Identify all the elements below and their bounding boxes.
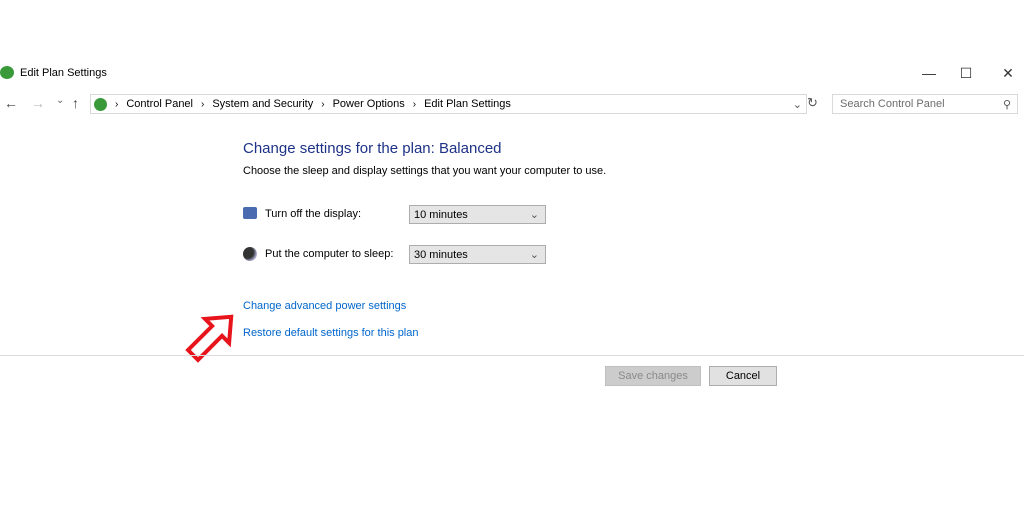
display-label: Turn off the display: bbox=[265, 208, 361, 220]
chevron-right-icon: › bbox=[115, 98, 119, 110]
address-dropdown-icon[interactable]: ⌄ bbox=[793, 98, 802, 111]
control-panel-icon bbox=[94, 97, 107, 111]
minimize-button[interactable]: — bbox=[914, 62, 944, 84]
display-timeout-select[interactable]: 10 minutes ⌄ bbox=[409, 205, 546, 224]
maximize-button[interactable]: ☐ bbox=[951, 62, 981, 84]
chevron-right-icon: › bbox=[201, 98, 205, 110]
chevron-right-icon: › bbox=[321, 98, 325, 110]
breadcrumb-item[interactable]: System and Security bbox=[212, 98, 313, 110]
chevron-down-icon: ⌄ bbox=[529, 249, 539, 261]
save-changes-button[interactable]: Save changes bbox=[605, 366, 701, 386]
recent-locations-button[interactable]: ⌄ bbox=[56, 95, 64, 106]
chevron-down-icon: ⌄ bbox=[529, 209, 539, 221]
cancel-button[interactable]: Cancel bbox=[709, 366, 777, 386]
forward-button[interactable]: → bbox=[31, 95, 45, 111]
search-input[interactable]: Search Control Panel ⚲ bbox=[832, 94, 1018, 114]
red-arrow-annotation bbox=[185, 314, 234, 363]
breadcrumb-item[interactable]: Control Panel bbox=[126, 98, 193, 110]
chevron-right-icon: › bbox=[412, 98, 417, 110]
display-value: 10 minutes bbox=[414, 208, 468, 221]
search-icon: ⚲ bbox=[1002, 98, 1011, 111]
app-icon bbox=[0, 66, 14, 79]
breadcrumb-item[interactable]: Edit Plan Settings bbox=[424, 98, 511, 110]
close-button[interactable]: ✕ bbox=[993, 62, 1023, 84]
sleep-value: 30 minutes bbox=[414, 248, 468, 261]
refresh-button[interactable]: ↻ bbox=[807, 95, 818, 111]
divider bbox=[0, 355, 1024, 356]
address-bar[interactable]: › Control Panel › System and Security › … bbox=[90, 94, 807, 114]
arrow-shape bbox=[185, 314, 234, 363]
search-placeholder: Search Control Panel bbox=[840, 98, 945, 110]
sleep-timeout-select[interactable]: 30 minutes ⌄ bbox=[409, 245, 546, 264]
page-title: Change settings for the plan: Balanced bbox=[243, 140, 502, 157]
sleep-label: Put the computer to sleep: bbox=[265, 248, 394, 260]
page-subtitle: Choose the sleep and display settings th… bbox=[243, 165, 607, 177]
advanced-power-settings-link[interactable]: Change advanced power settings bbox=[243, 300, 406, 312]
restore-defaults-link[interactable]: Restore default settings for this plan bbox=[243, 327, 418, 339]
breadcrumb-item[interactable]: Power Options bbox=[333, 98, 405, 110]
back-button[interactable]: ← bbox=[4, 95, 18, 111]
sleep-icon bbox=[243, 247, 257, 261]
display-icon bbox=[243, 207, 257, 219]
up-button[interactable]: ↑ bbox=[72, 95, 79, 111]
window-title: Edit Plan Settings bbox=[20, 67, 107, 79]
